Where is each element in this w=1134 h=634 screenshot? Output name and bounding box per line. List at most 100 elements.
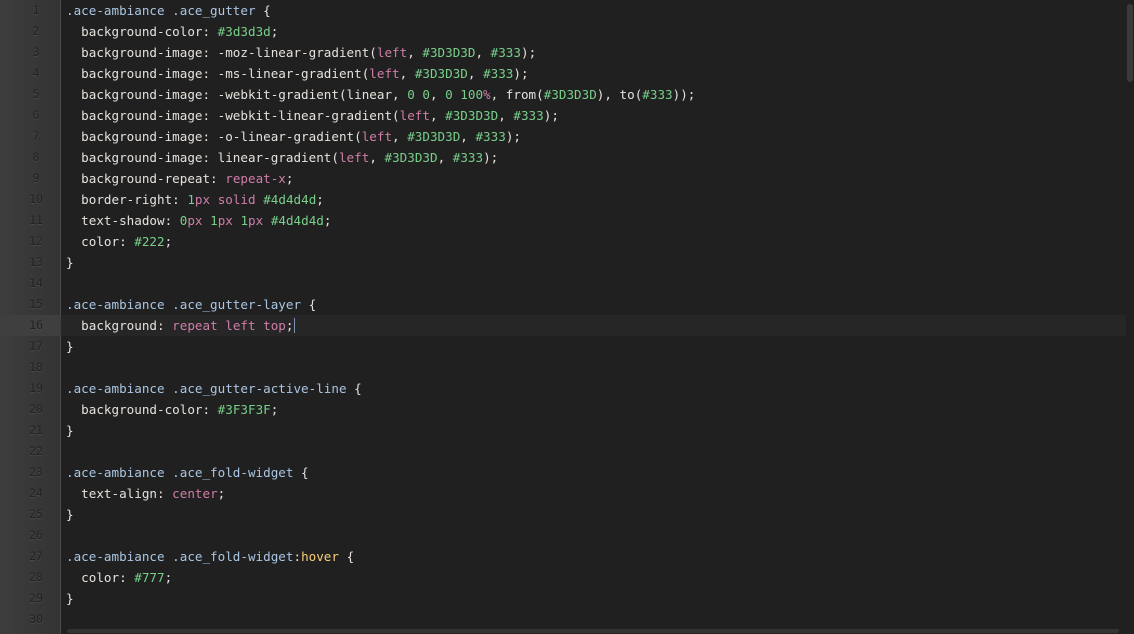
gutter-line-number[interactable]: 19 [0, 378, 61, 399]
code-line[interactable]: .ace-ambiance .ace_gutter-active-line { [66, 378, 362, 399]
code-token: } [66, 507, 74, 522]
code-content-area[interactable]: .ace-ambiance .ace_gutter { background-c… [66, 0, 1124, 634]
code-token: } [66, 255, 74, 270]
code-token: left [369, 66, 400, 81]
code-token: px [217, 213, 233, 228]
gutter-line-number[interactable]: 20 [0, 399, 61, 420]
code-line[interactable]: background-image: -o-linear-gradient(lef… [66, 126, 521, 147]
horizontal-scrollbar-thumb[interactable] [67, 629, 1119, 633]
gutter-line-number[interactable]: 14 [0, 273, 61, 294]
code-token: background-color: [66, 24, 218, 39]
gutter-line-number[interactable]: 8 [0, 147, 61, 168]
code-token: ; [323, 213, 332, 228]
gutter-line-number[interactable]: 25 [0, 504, 61, 525]
code-token: hover [301, 549, 339, 564]
code-line[interactable]: } [66, 588, 74, 609]
gutter-line-number[interactable]: 13 [0, 252, 61, 273]
code-line[interactable]: text-shadow: 0px 1px 1px #4d4d4d; [66, 210, 331, 231]
gutter-line-number[interactable]: 11 [0, 210, 61, 231]
gutter-line-number[interactable]: 2 [0, 21, 61, 42]
code-token: #3D3D3D [407, 129, 461, 144]
gutter-line-number[interactable]: 7 [0, 126, 61, 147]
code-line[interactable]: text-align: center; [66, 483, 225, 504]
gutter-line-number[interactable]: 24 [0, 483, 61, 504]
gutter-line-number[interactable]: 1 [0, 0, 61, 21]
code-token: ; [285, 171, 294, 186]
gutter-line-number[interactable]: 26 [0, 525, 61, 546]
code-token: #3D3D3D [543, 87, 597, 102]
gutter-line-number[interactable]: 17 [0, 336, 61, 357]
line-number-gutter[interactable]: 1 2 3 4 5 6 7 8 9 10 11 12 13 14 15 16 17 18 19 20 21 22 23 24 2… [0, 0, 61, 634]
gutter-line-number[interactable]: 27 [0, 546, 61, 567]
code-line[interactable]: color: #777; [66, 567, 172, 588]
code-line[interactable]: background-color: #3d3d3d; [66, 21, 278, 42]
gutter-line-number[interactable]: 15 [0, 294, 61, 315]
code-line[interactable]: border-right: 1px solid #4d4d4d; [66, 189, 324, 210]
code-token: left [361, 129, 393, 144]
code-line[interactable]: background-image: -ms-linear-gradient(le… [66, 63, 529, 84]
code-token: ); [513, 66, 529, 81]
code-line[interactable]: background-repeat: repeat-x; [66, 168, 294, 189]
gutter-line-number[interactable]: 10 [0, 189, 61, 210]
gutter-line-number[interactable]: 6 [0, 105, 61, 126]
code-line[interactable]: } [66, 252, 74, 273]
code-token: #333 [642, 87, 673, 102]
code-token: #777 [134, 570, 165, 585]
gutter-line-number[interactable]: 9 [0, 168, 61, 189]
gutter-line-number[interactable]: 18 [0, 357, 61, 378]
gutter-line-number[interactable]: 28 [0, 567, 61, 588]
code-token: , [369, 150, 385, 165]
code-line[interactable]: } [66, 504, 74, 525]
code-token: #333 [475, 129, 506, 144]
code-token: color: [66, 570, 135, 585]
code-token: ; [217, 486, 226, 501]
gutter-line-number[interactable]: 22 [0, 441, 61, 462]
code-line[interactable]: .ace-ambiance .ace_gutter-layer { [66, 294, 316, 315]
code-token: center [172, 486, 218, 501]
horizontal-scrollbar[interactable] [61, 628, 1126, 634]
code-token: background-repeat: [66, 171, 226, 186]
gutter-line-number[interactable]: 16 [0, 315, 61, 336]
code-line[interactable]: .ace-ambiance .ace_fold-widget:hover { [66, 546, 354, 567]
code-editor[interactable]: 1 2 3 4 5 6 7 8 9 10 11 12 13 14 15 16 17 18 19 20 21 22 23 24 2… [0, 0, 1134, 634]
code-token: } [66, 423, 74, 438]
code-token: px [187, 213, 203, 228]
gutter-line-number[interactable]: 12 [0, 231, 61, 252]
vertical-scrollbar[interactable] [1126, 0, 1134, 634]
code-token: ); [505, 129, 521, 144]
code-token: ; [270, 402, 279, 417]
vertical-scrollbar-thumb[interactable] [1127, 4, 1133, 82]
code-token: #3D3D3D [384, 150, 438, 165]
code-token: ; [316, 192, 324, 207]
code-line[interactable]: background-image: -moz-linear-gradient(l… [66, 42, 536, 63]
code-line[interactable]: background-image: linear-gradient(left, … [66, 147, 498, 168]
code-line[interactable]: background-color: #3F3F3F; [66, 399, 278, 420]
gutter-line-number[interactable]: 30 [0, 609, 61, 630]
code-line[interactable]: } [66, 420, 74, 441]
code-line[interactable]: background: repeat left top; [66, 315, 293, 336]
code-token: text-align: [66, 486, 173, 501]
gutter-line-number[interactable]: 3 [0, 42, 61, 63]
code-token: #333 [483, 66, 514, 81]
gutter-line-number[interactable]: 23 [0, 462, 61, 483]
code-token: : [293, 549, 302, 564]
code-token: ; [164, 234, 173, 249]
gutter-line-number[interactable]: 29 [0, 588, 61, 609]
code-token: , [437, 150, 453, 165]
code-token: , [429, 87, 446, 102]
code-token: ); [543, 108, 559, 123]
gutter-line-number[interactable]: 4 [0, 63, 61, 84]
code-token: px [194, 192, 211, 207]
gutter-line-number[interactable]: 21 [0, 420, 61, 441]
code-line[interactable]: background-image: -webkit-gradient(linea… [66, 84, 695, 105]
gutter-line-number[interactable]: 5 [0, 84, 61, 105]
code-line[interactable]: color: #222; [66, 231, 172, 252]
code-token: { [255, 3, 271, 18]
code-line[interactable]: background-image: -webkit-linear-gradien… [66, 105, 559, 126]
code-line[interactable]: } [66, 336, 74, 357]
code-line[interactable]: .ace-ambiance .ace_fold-widget { [66, 462, 309, 483]
code-token: #4d4d4d [263, 192, 317, 207]
code-token: ); [520, 45, 537, 60]
code-line[interactable]: .ace-ambiance .ace_gutter { [66, 0, 271, 21]
